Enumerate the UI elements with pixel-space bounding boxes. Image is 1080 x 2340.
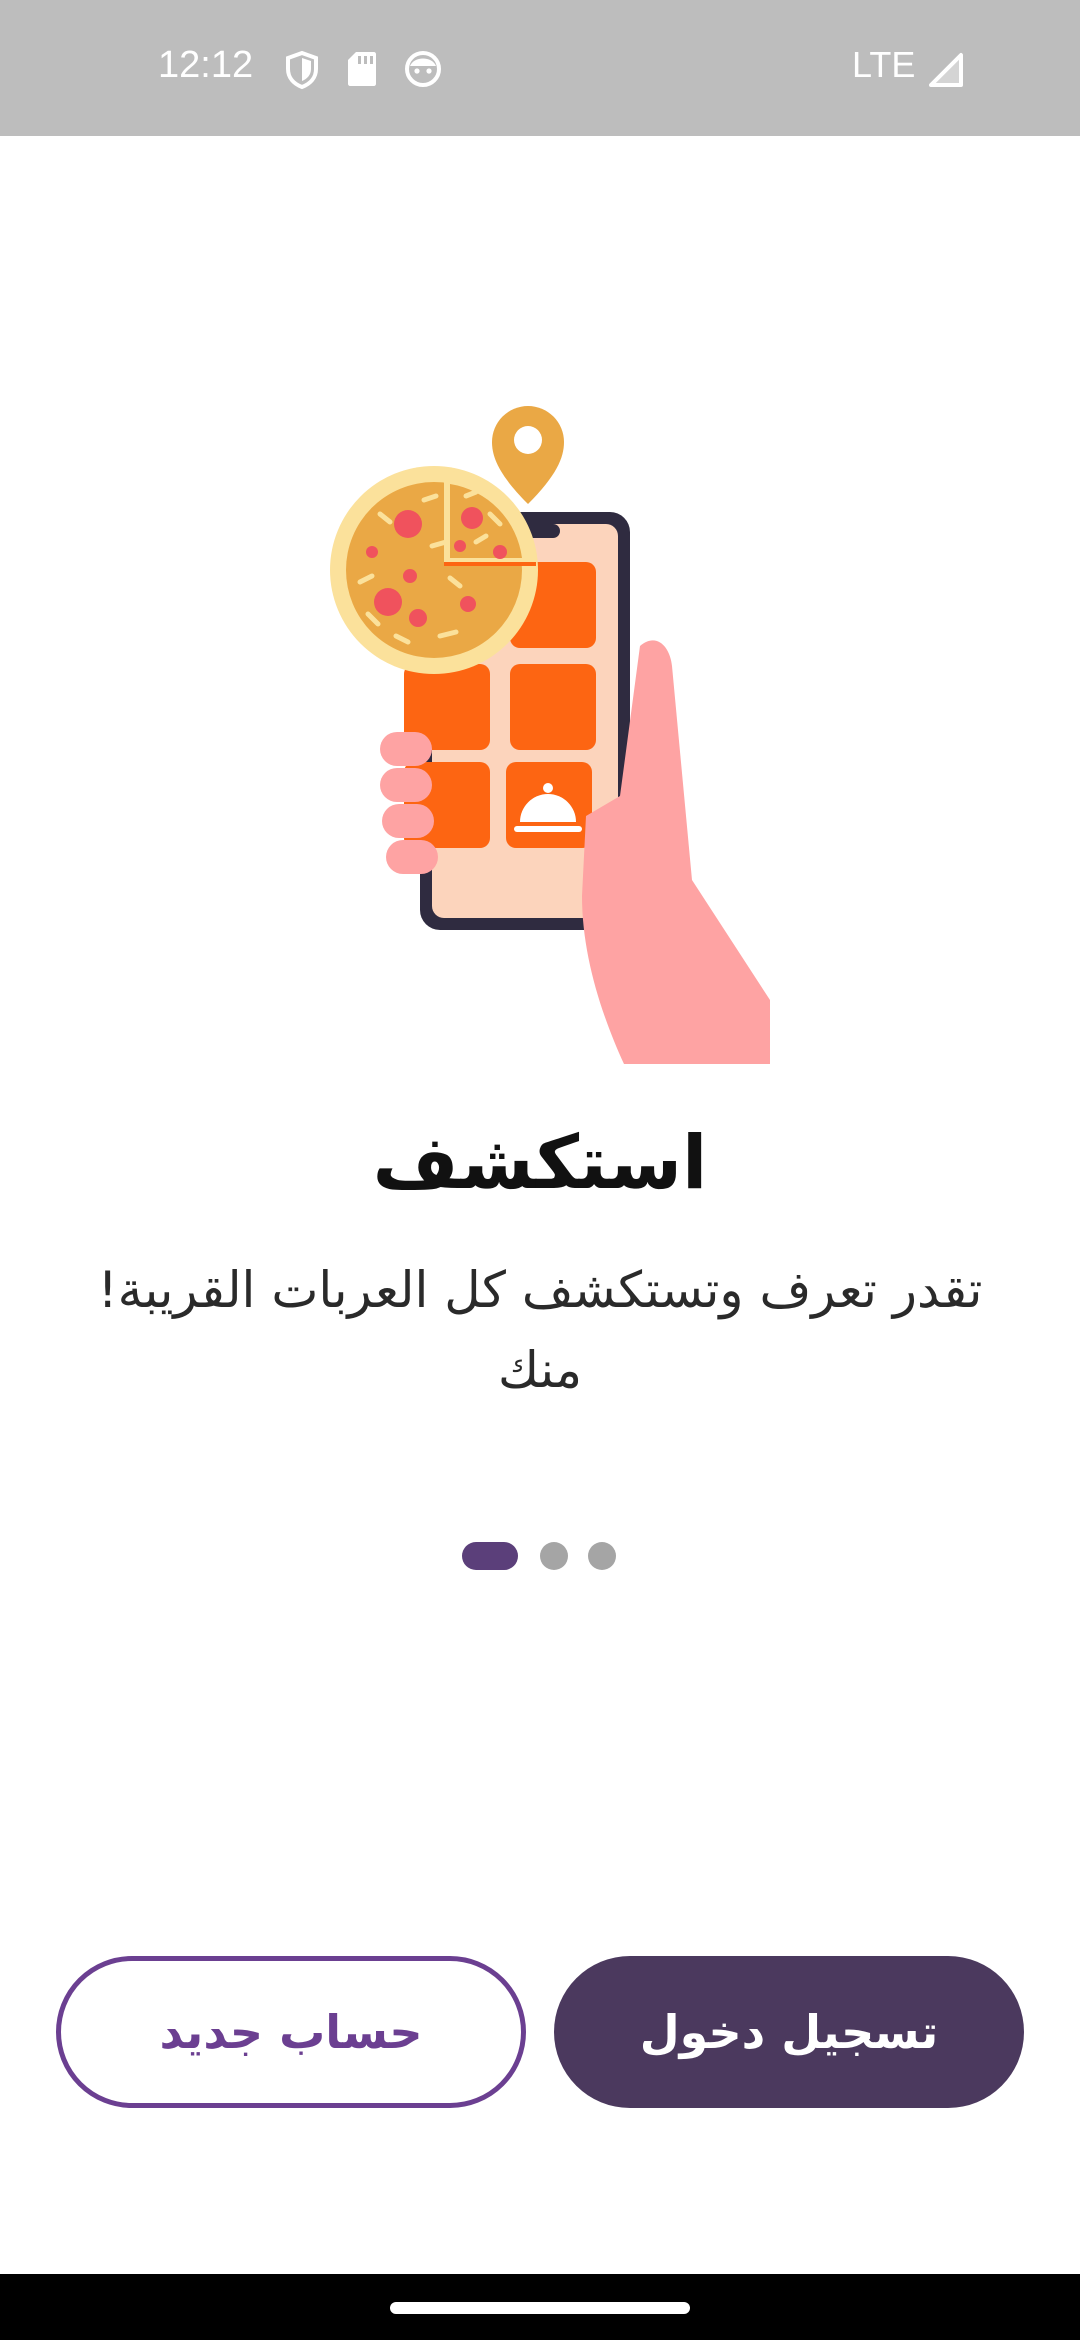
pizza-icon [330,466,538,674]
register-button[interactable]: حساب جديد [56,1956,526,2108]
signal-icon [929,53,963,87]
sd-card-icon [348,52,376,86]
login-button-label: تسجيل دخول [639,2005,939,2059]
navigation-bar [0,2274,1080,2340]
shield-icon [286,50,318,90]
page-description: تقدر تعرف وتستكشف كل العربات القريبة! من… [97,1261,983,1399]
page-dot [540,1542,568,1570]
network-type: LTE [852,44,916,85]
register-button-label: حساب جديد [159,2005,423,2059]
page-title: استكشف [372,1120,708,1206]
onboarding-illustration [330,406,770,1064]
page-dot [588,1542,616,1570]
login-button[interactable]: تسجيل دخول [554,1956,1024,2108]
page-indicator [0,1540,1080,1570]
status-time: 12:12 [158,44,254,86]
status-bar: 12:12 LTE [0,0,1080,136]
face-icon [405,51,441,87]
home-gesture-handle[interactable] [390,2302,690,2314]
location-pin-icon [492,406,564,504]
page-dot-active [462,1542,518,1570]
